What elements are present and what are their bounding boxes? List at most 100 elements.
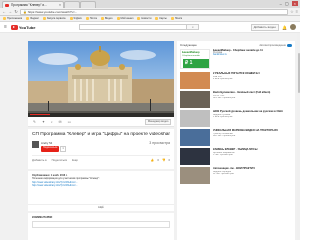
- header-actions: Добавить видео 🔔: [250, 23, 296, 31]
- autoplay-toggle[interactable]: Автовоспроизведение: [259, 43, 292, 47]
- search-input[interactable]: [80, 25, 187, 29]
- ad-thumbnail: БанкиМайнер Сбербанк онлайн ₽ 1: [180, 49, 210, 69]
- bookmark-item[interactable]: Мой канал: [116, 17, 134, 20]
- video-info: СП Программа "Клевер" и игра "Цифры" на …: [28, 129, 174, 169]
- related-video-views: 321 тыс. просмотров: [213, 97, 236, 100]
- browser-tab[interactable]: [64, 1, 80, 8]
- scrollbar-thumb[interactable]: [297, 53, 300, 93]
- comments-section: КОММЕНТАРИИ: [28, 213, 174, 240]
- search-icon[interactable]: ⌕: [186, 25, 199, 29]
- ad-link[interactable]: bankiminer.ru: [213, 54, 292, 56]
- music-note-icon[interactable]: ♪: [51, 120, 53, 124]
- subscribe-button[interactable]: Подписаться: [41, 145, 60, 152]
- sponsored-card[interactable]: БанкиМайнер Сбербанк онлайн ₽ 1 БанкиМай…: [180, 49, 292, 69]
- add-to-button[interactable]: Добавить в: [32, 158, 47, 162]
- guide-menu-icon[interactable]: ≡: [4, 24, 7, 30]
- related-video[interactable]: 2 РЕАЛЬНЫХ ГИГАНТСК КОШКИ Ест Lisa Fox 2…: [180, 72, 292, 89]
- share-button[interactable]: Поделиться: [52, 158, 67, 162]
- channel-avatar[interactable]: [32, 140, 39, 148]
- ad-brand-sub: Сбербанк онлайн: [182, 55, 200, 57]
- pen-edit-icon[interactable]: ✎: [33, 120, 36, 124]
- related-video-views: 11 тыс. просмотров: [213, 173, 234, 176]
- related-video-text: КАМЕНЬ КЛЕВЕР - УБИЙЦА МУСЫ Арсений Мара…: [213, 148, 292, 165]
- browser-extension-icons: ☆ ≡: [290, 9, 298, 14]
- tab-title: Программа "Клевер" и...: [11, 3, 47, 7]
- related-video[interactable]: Виля Цусемелин - Зелёный свет (Full albu…: [180, 91, 292, 108]
- youtube-header: ≡ YouTube ⌕ Добавить видео 🔔: [0, 22, 300, 33]
- related-video[interactable]: КАМЕНЬ КЛЕВЕР - УБИЙЦА МУСЫ Арсений Мара…: [180, 148, 292, 165]
- browser-toolbar: ← → ↻ 🔒 https://www.youtube.com/watch?v=…: [0, 8, 300, 16]
- thumbs-down-icon[interactable]: 👎: [162, 158, 165, 162]
- related-video-title: КАМЕНЬ КЛЕВЕР - УБИЙЦА МУСЫ: [213, 148, 258, 151]
- forward-arrow-icon[interactable]: →: [8, 9, 12, 14]
- bookmark-icon: [100, 17, 104, 20]
- bookmark-item[interactable]: Почта: [85, 17, 97, 20]
- reload-icon[interactable]: ↻: [14, 9, 18, 14]
- minimize-icon[interactable]: –: [280, 1, 282, 6]
- bookmark-icon: [69, 17, 73, 20]
- browser-tab-active[interactable]: Программа "Клевер" и... ×: [2, 1, 64, 8]
- browser-tab[interactable]: [80, 1, 96, 8]
- bookmark-item[interactable]: Поиск: [170, 17, 182, 20]
- bookmark-item[interactable]: Запуск сервиса: [42, 17, 66, 20]
- star-icon[interactable]: ☆: [290, 9, 294, 14]
- video-title: СП Программа "Клевер" и игра "Цифры" на …: [32, 132, 170, 137]
- action-row: Добавить в Поделиться Ещё 👍 0 👎 0: [32, 154, 170, 162]
- bookmark-item[interactable]: Приложения: [3, 17, 22, 20]
- menu-icon[interactable]: ≡: [296, 9, 298, 14]
- bookmark-icon: [85, 17, 89, 20]
- bookmark-label: Яндекс: [30, 17, 39, 20]
- youtube-favicon-icon: [5, 3, 9, 7]
- video-thumbnail: [180, 129, 210, 146]
- close-window-icon[interactable]: ×: [291, 1, 298, 6]
- related-video-text: УНИКАЛЬНАЯ МАРКОВА ВИДЕО НА ТРАКТОРА.RU …: [213, 129, 292, 146]
- bookmark-item[interactable]: Видео: [100, 17, 113, 20]
- related-video[interactable]: ШОК Русский уровень дошкольник на русско…: [180, 110, 292, 127]
- youtube-logo[interactable]: YouTube: [10, 24, 35, 30]
- related-video-text: 2 РЕАЛЬНЫХ ГИГАНТСК КОШКИ Ест Lisa Fox 2…: [213, 72, 292, 89]
- comment-input[interactable]: [32, 221, 170, 228]
- related-video[interactable]: УНИКАЛЬНАЯ МАРКОВА ВИДЕО НА ТРАКТОРА.RU …: [180, 129, 292, 146]
- channel-name[interactable]: Andry 54: [41, 141, 66, 145]
- related-video[interactable]: Автокенщик .me - ВОЙ ПРАКТИЧ Андрей Сири…: [180, 167, 292, 184]
- related-video-text: Виля Цусемелин - Зелёный свет (Full albu…: [213, 91, 292, 108]
- captions-icon[interactable]: ▭: [68, 120, 71, 124]
- related-video-views: 1 млн просмотров: [213, 116, 233, 119]
- account-avatar[interactable]: [290, 24, 296, 30]
- upload-button[interactable]: Добавить видео: [250, 23, 280, 31]
- bookmark-label: Видео: [104, 17, 113, 20]
- search-box: ⌕: [79, 24, 200, 30]
- bookmark-item[interactable]: Карты: [155, 17, 167, 20]
- bookmark-icon: [116, 17, 120, 20]
- bookmark-label: Мой канал: [120, 17, 134, 20]
- bookmark-item[interactable]: Яндекс: [26, 17, 39, 20]
- notifications-bell-icon[interactable]: 🔔: [282, 25, 287, 30]
- lock-icon: 🔒: [23, 9, 27, 14]
- up-next-header: Следующее Автовоспроизведение: [180, 43, 292, 47]
- address-bar[interactable]: 🔒 https://www.youtube.com/watch?v=...: [20, 8, 289, 15]
- description-link[interactable]: http://www.videoshary.info/?p=2431&ms=..…: [32, 184, 78, 187]
- related-video-views: 812 тыс. просмотров: [213, 135, 236, 138]
- video-player[interactable]: [28, 41, 174, 117]
- bookmark-item[interactable]: Я.Диск: [69, 17, 82, 20]
- maximize-icon[interactable]: ▢: [285, 1, 289, 6]
- show-more-button[interactable]: ЕЩЁ: [28, 203, 174, 209]
- speech-bubble-icon[interactable]: ✉: [59, 120, 62, 124]
- bookmark-label: Поиск: [174, 17, 182, 20]
- bookmark-item[interactable]: Новости: [137, 17, 151, 20]
- related-video-text: ШОК Русский уровень дошкольник на русско…: [213, 110, 292, 127]
- page-scrollbar[interactable]: [297, 33, 300, 240]
- back-arrow-icon[interactable]: ←: [2, 9, 6, 14]
- tab-close-icon[interactable]: ×: [59, 3, 61, 7]
- bookmark-label: Новости: [141, 17, 152, 20]
- more-button[interactable]: Ещё: [72, 158, 78, 162]
- video-manager-button[interactable]: Менеджер видео: [144, 118, 172, 125]
- channel-info: Andry 54 Подписаться 1: [41, 141, 66, 152]
- bookmark-label: Почта: [89, 17, 97, 20]
- related-sidebar: Следующее Автовоспроизведение БанкиМайне…: [177, 41, 295, 240]
- thumbs-up-icon[interactable]: 👍: [151, 158, 154, 162]
- video-description: Опубликовано: 1 нояб. 2016 г. Полезная и…: [28, 171, 174, 211]
- magic-wand-icon[interactable]: ✦: [42, 120, 45, 124]
- dislike-count: 0: [168, 157, 170, 162]
- view-count: 3 просмотра: [149, 140, 170, 145]
